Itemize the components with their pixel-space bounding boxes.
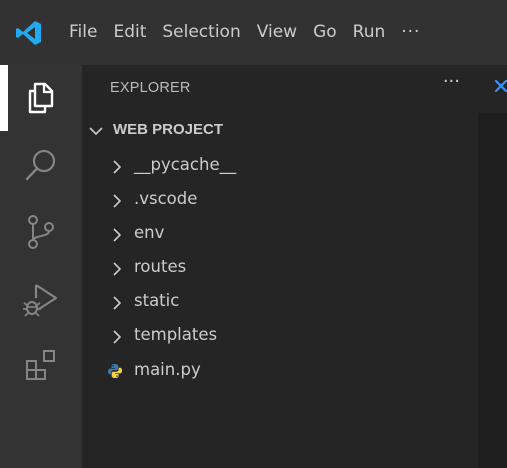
search-icon [25, 149, 56, 181]
editor-tab-bar [478, 65, 507, 113]
chevron-right-icon [113, 296, 122, 310]
files-icon [28, 82, 54, 114]
activity-explorer[interactable] [0, 65, 82, 131]
source-control-icon [28, 215, 54, 249]
active-indicator [0, 65, 8, 131]
editor-area [478, 65, 507, 468]
chevron-right-icon [113, 194, 122, 208]
menu-edit[interactable]: Edit [105, 0, 154, 65]
tree-item-label: env [134, 223, 165, 242]
chevron-right-icon [113, 228, 122, 242]
views-more-actions-button[interactable]: ··· [443, 71, 460, 92]
title-bar: File Edit Selection View Go Run ··· [0, 0, 507, 65]
activity-extensions[interactable] [0, 333, 82, 399]
tree-item-label: static [134, 291, 180, 310]
tree-file-main-py[interactable]: main.py [82, 354, 478, 388]
workspace-folder-header[interactable]: WEB PROJECT [82, 117, 478, 145]
python-file-icon [108, 364, 122, 378]
menu-file[interactable]: File [61, 0, 105, 65]
chevron-right-icon [113, 160, 122, 174]
menu-bar: File Edit Selection View Go Run ··· [61, 0, 428, 65]
tree-folder-templates[interactable]: templates [82, 319, 478, 353]
tree-folder-routes[interactable]: routes [82, 251, 478, 285]
menu-run[interactable]: Run [345, 0, 394, 65]
menu-selection[interactable]: Selection [154, 0, 248, 65]
menu-go[interactable]: Go [305, 0, 345, 65]
run-debug-icon [23, 284, 58, 317]
activity-run-debug[interactable] [0, 266, 82, 332]
explorer-sidebar: EXPLORER ··· WEB PROJECT __pycache__ .vs… [82, 65, 478, 468]
activity-source-control[interactable] [0, 199, 82, 265]
tree-folder-env[interactable]: env [82, 217, 478, 251]
activity-search[interactable] [0, 132, 82, 198]
tree-item-label: templates [134, 325, 218, 344]
tree-item-label: .vscode [134, 189, 198, 208]
menu-view[interactable]: View [249, 0, 305, 65]
workspace-folder-title: WEB PROJECT [113, 121, 224, 138]
tree-item-label: main.py [134, 360, 201, 379]
tree-item-label: __pycache__ [134, 155, 237, 174]
tree-item-label: routes [134, 257, 187, 276]
chevron-right-icon [113, 262, 122, 276]
close-icon[interactable] [494, 79, 507, 93]
sidebar-title: EXPLORER [110, 80, 191, 96]
menu-more-button[interactable]: ··· [393, 0, 428, 65]
chevron-right-icon [113, 330, 122, 344]
tree-folder-vscode[interactable]: .vscode [82, 183, 478, 217]
vscode-logo-icon [16, 21, 41, 45]
tree-folder-pycache[interactable]: __pycache__ [82, 149, 478, 183]
vscode-window: File Edit Selection View Go Run ··· EXPL… [0, 0, 507, 468]
extensions-icon [26, 350, 55, 380]
activity-bar [0, 65, 82, 468]
sidebar-header: EXPLORER ··· [82, 65, 478, 113]
chevron-down-icon [89, 127, 103, 136]
tree-folder-static[interactable]: static [82, 285, 478, 319]
